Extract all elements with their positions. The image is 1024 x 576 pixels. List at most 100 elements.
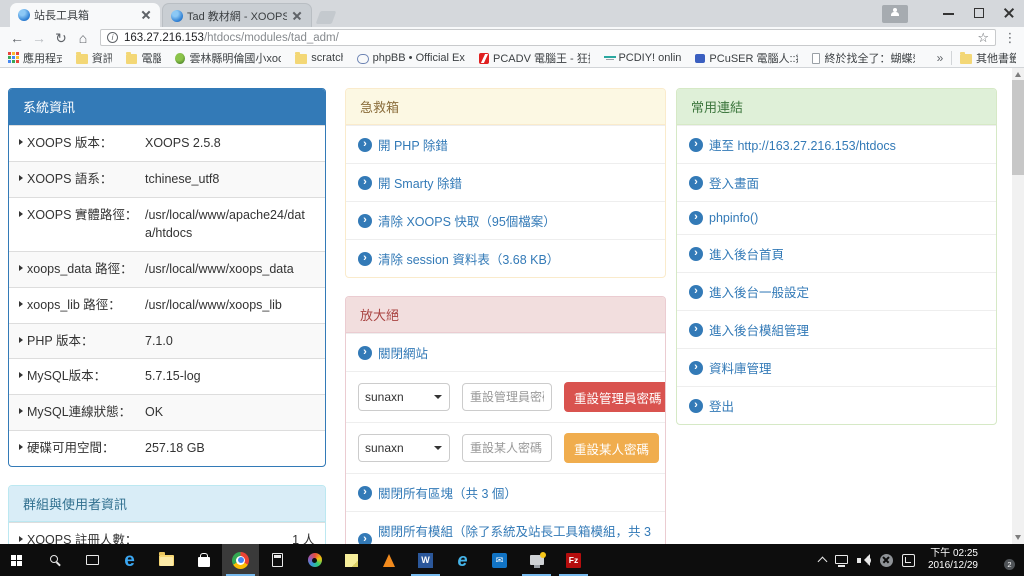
ime-indicator-icon[interactable] bbox=[902, 554, 915, 567]
bookmark-butterfly[interactable]: 終於找全了：蝴蝶效 bbox=[812, 50, 915, 66]
bookmark-folder-info[interactable]: 資訊 bbox=[76, 50, 112, 66]
scroll-up-icon[interactable] bbox=[1015, 72, 1021, 77]
taskbar-edge[interactable]: e bbox=[111, 544, 148, 576]
taskbar-chrome[interactable] bbox=[222, 544, 259, 576]
link-close-all-modules[interactable]: 關閉所有模組（除了系統及站長工具箱模組，共 3 個） bbox=[378, 521, 653, 544]
volume-icon[interactable] bbox=[857, 554, 871, 566]
folder-icon bbox=[295, 54, 307, 64]
link-row: ›清除 session 資料表（3.68 KB） bbox=[346, 239, 665, 277]
reload-button[interactable]: ↻ bbox=[50, 29, 72, 47]
page-icon bbox=[812, 53, 820, 64]
tab-webmaster-toolbox[interactable]: 站長工具箱 bbox=[10, 3, 160, 27]
action-center-button[interactable]: 2 bbox=[995, 554, 1010, 567]
taskbar-filezilla[interactable]: Fz bbox=[555, 544, 592, 576]
maximize-button[interactable] bbox=[964, 0, 994, 27]
bookmark-star-icon[interactable]: ☆ bbox=[977, 30, 989, 46]
clock-time: 下午 02:25 bbox=[928, 548, 978, 561]
scrollbar[interactable] bbox=[1012, 68, 1024, 544]
taskbar-mail[interactable]: ✉ bbox=[481, 544, 518, 576]
bookmark-phpbb[interactable]: phpBB • Official Exte bbox=[357, 52, 465, 64]
column-left: 系統資訊 XOOPS 版本：XOOPS 2.5.8 XOOPS 語系：tchin… bbox=[8, 88, 326, 544]
bookmark-pcadv[interactable]: PCADV 電腦王 - 狂掃 bbox=[479, 50, 590, 66]
scrollbar-thumb[interactable] bbox=[1012, 80, 1024, 175]
disconnected-icon[interactable] bbox=[880, 554, 893, 567]
task-view-button[interactable] bbox=[74, 544, 111, 576]
tray-expand-icon[interactable] bbox=[817, 557, 827, 567]
arrow-circle-icon: › bbox=[358, 346, 372, 360]
link-row: › 關閉網站 bbox=[346, 333, 665, 371]
bookmark-school-site[interactable]: 雲林縣明倫國小xoop bbox=[175, 50, 281, 66]
user-password-input[interactable] bbox=[462, 434, 552, 462]
tab-close-icon[interactable] bbox=[291, 10, 303, 22]
page-info-icon[interactable]: i bbox=[107, 32, 118, 43]
close-button[interactable] bbox=[994, 0, 1024, 27]
browser-menu-icon[interactable]: ⋮ bbox=[1002, 30, 1018, 46]
forward-button[interactable]: → bbox=[28, 29, 50, 47]
admin-password-input[interactable] bbox=[462, 383, 552, 411]
arrow-circle-icon: › bbox=[358, 138, 372, 152]
minimize-icon bbox=[943, 13, 954, 15]
reset-user-password-button[interactable]: 重設某人密碼 bbox=[564, 433, 659, 463]
arrow-circle-icon: › bbox=[689, 323, 703, 337]
taskbar-clock[interactable]: 下午 02:25 2016/12/29 bbox=[924, 548, 982, 573]
bookmark-folder-scratch[interactable]: scratch bbox=[295, 52, 343, 64]
taskbar-word[interactable]: W bbox=[407, 544, 444, 576]
link-row: ›進入後台首頁 bbox=[677, 234, 996, 272]
network-icon[interactable] bbox=[835, 555, 848, 564]
link-logout[interactable]: 登出 bbox=[709, 396, 734, 415]
taskbar-file-explorer[interactable] bbox=[148, 544, 185, 576]
link-admin-home[interactable]: 進入後台首頁 bbox=[709, 244, 784, 263]
link-smarty-debug[interactable]: 開 Smarty 除錯 bbox=[378, 173, 462, 192]
link-goto-site[interactable]: 連至 http://163.27.216.153/htdocs bbox=[709, 135, 896, 154]
link-php-debug[interactable]: 開 PHP 除錯 bbox=[378, 135, 448, 154]
start-button[interactable] bbox=[0, 544, 37, 576]
search-icon bbox=[50, 555, 58, 563]
reset-admin-password-button[interactable]: 重設管理員密碼 bbox=[564, 382, 666, 412]
arrow-circle-icon: › bbox=[689, 176, 703, 190]
sticky-notes-icon bbox=[345, 554, 358, 567]
other-bookmarks-button[interactable]: 其他書籤 bbox=[960, 50, 1016, 66]
bookmark-folder-computer[interactable]: 電腦 bbox=[126, 50, 162, 66]
info-row: MySQL版本：5.7.15-log bbox=[9, 358, 325, 394]
taskbar-sticky-notes[interactable] bbox=[333, 544, 370, 576]
user-select[interactable]: sunaxn bbox=[358, 434, 450, 462]
taskbar-store[interactable] bbox=[185, 544, 222, 576]
column-middle: 急救箱 ›開 PHP 除錯 ›開 Smarty 除錯 ›清除 XOOPS 快取（… bbox=[345, 88, 666, 544]
link-row: › 清除 XOOPS 快取（95個檔案） bbox=[346, 201, 665, 239]
link-clear-cache[interactable]: 清除 XOOPS 快取（95個檔案） bbox=[378, 211, 556, 230]
bookmark-pcdiy[interactable]: PCDIY! online bbox=[604, 52, 682, 64]
screen: 站長工具箱 Tad 教材網 - XOOPS網 ← → ↻ ⌂ i 163.27.… bbox=[0, 0, 1024, 576]
profile-button[interactable] bbox=[882, 5, 908, 23]
bookmark-pcuser[interactable]: PCuSER 電腦人::痞 bbox=[695, 50, 798, 66]
taskbar-calculator[interactable] bbox=[259, 544, 296, 576]
tab-tad-course[interactable]: Tad 教材網 - XOOPS網 bbox=[162, 3, 312, 27]
arrow-circle-icon: › bbox=[358, 214, 372, 228]
taskbar-paint[interactable] bbox=[296, 544, 333, 576]
link-phpinfo[interactable]: phpinfo() bbox=[709, 211, 758, 225]
tab-title: Tad 教材網 - XOOPS網 bbox=[187, 8, 287, 24]
link-module-admin[interactable]: 進入後台模組管理 bbox=[709, 320, 809, 339]
bookmarks-overflow-icon[interactable]: » bbox=[929, 51, 952, 65]
taskbar-vlc[interactable] bbox=[370, 544, 407, 576]
home-button[interactable]: ⌂ bbox=[72, 29, 94, 47]
address-bar[interactable]: i 163.27.216.153 /htdocs/modules/tad_adm… bbox=[100, 29, 996, 46]
taskbar-internet-explorer[interactable]: e bbox=[444, 544, 481, 576]
tab-close-icon[interactable] bbox=[140, 9, 152, 21]
new-tab-button[interactable] bbox=[316, 11, 337, 24]
link-admin-settings[interactable]: 進入後台一般設定 bbox=[709, 282, 809, 301]
bookmark-apps[interactable]: 應用程式 bbox=[8, 50, 62, 66]
admin-user-select[interactable]: sunaxn bbox=[358, 383, 450, 411]
link-close-site[interactable]: 關閉網站 bbox=[378, 343, 428, 362]
taskbar-remote-desktop[interactable] bbox=[518, 544, 555, 576]
vlc-icon bbox=[383, 554, 395, 567]
link-close-all-blocks[interactable]: 關閉所有區塊（共 3 個） bbox=[378, 483, 517, 502]
link-login-screen[interactable]: 登入畫面 bbox=[709, 173, 759, 192]
minimize-button[interactable] bbox=[934, 0, 964, 27]
remote-desktop-icon bbox=[530, 555, 544, 565]
back-button[interactable]: ← bbox=[6, 29, 28, 47]
link-clear-session[interactable]: 清除 session 資料表（3.68 KB） bbox=[378, 249, 559, 268]
tab-title: 站長工具箱 bbox=[34, 7, 136, 23]
link-database-admin[interactable]: 資料庫管理 bbox=[709, 358, 772, 377]
scroll-down-icon[interactable] bbox=[1015, 535, 1021, 540]
taskbar-search[interactable] bbox=[37, 544, 74, 576]
